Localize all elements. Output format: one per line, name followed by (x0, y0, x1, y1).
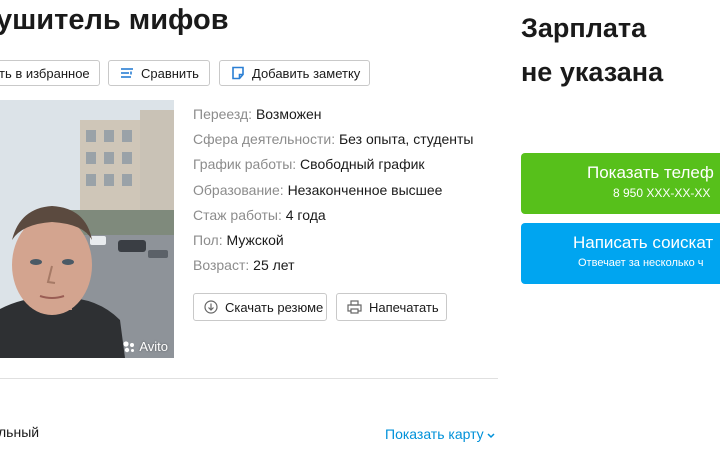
section-divider (0, 378, 498, 379)
candidate-photo[interactable]: Avito (0, 100, 174, 358)
print-label: Напечатать (369, 299, 439, 315)
salary-block: Зарплата не указана (521, 6, 663, 94)
download-resume-button[interactable]: Скачать резюме (193, 293, 327, 321)
avito-watermark: Avito (122, 339, 168, 354)
salary-line-2: не указана (521, 57, 664, 87)
printer-icon (347, 300, 362, 314)
detail-schedule: График работы: Свободный график (193, 156, 425, 173)
salary-line-1: Зарплата (521, 13, 647, 43)
detail-relocation: Переезд: Возможен (193, 106, 322, 122)
add-note-label: Добавить заметку (252, 65, 361, 81)
write-candidate-button[interactable]: Написать соискат Отвечает за несколько ч (521, 223, 720, 284)
compare-icon (120, 67, 134, 79)
candidate-details: Переезд: Возможен Сфера деятельности: Бе… (193, 104, 473, 280)
download-icon (204, 300, 218, 314)
page-title: ушитель мифов (0, 4, 229, 36)
print-button[interactable]: Напечатать (336, 293, 447, 321)
write-candidate-label: Написать соискат (573, 233, 714, 252)
download-resume-label: Скачать резюме (225, 299, 324, 315)
response-time-label: Отвечает за несколько ч (578, 257, 704, 269)
add-note-button[interactable]: Добавить заметку (219, 60, 370, 86)
avito-watermark-text: Avito (139, 339, 168, 354)
compare-label: Сравнить (141, 65, 199, 81)
detail-education: Образование: Незаконченное высшее (193, 181, 443, 198)
show-map-label: Показать карту (385, 426, 484, 442)
show-phone-button[interactable]: Показать телеф 8 950 XXX-XX-XX (521, 153, 720, 214)
phone-number-masked: 8 950 XXX-XX-XX (613, 186, 711, 200)
detail-experience: Стаж работы: 4 года (193, 206, 326, 223)
compare-button[interactable]: Сравнить (108, 60, 210, 86)
add-to-favorites-button[interactable]: ть в избранное (0, 60, 100, 86)
detail-age: Возраст: 25 лет (193, 257, 295, 274)
avito-dots-icon (122, 340, 136, 354)
show-map-link[interactable]: Показать карту (385, 426, 495, 442)
photo-illustration (0, 100, 174, 358)
address-text: льный (0, 424, 40, 440)
detail-gender: Пол: Мужской (193, 231, 284, 248)
chevron-down-icon (487, 426, 495, 442)
favorites-label: ть в избранное (0, 65, 90, 81)
detail-field: Сфера деятельности: Без опыта, студенты (193, 131, 474, 148)
note-icon (231, 66, 245, 80)
show-phone-label: Показать телеф (587, 163, 714, 182)
